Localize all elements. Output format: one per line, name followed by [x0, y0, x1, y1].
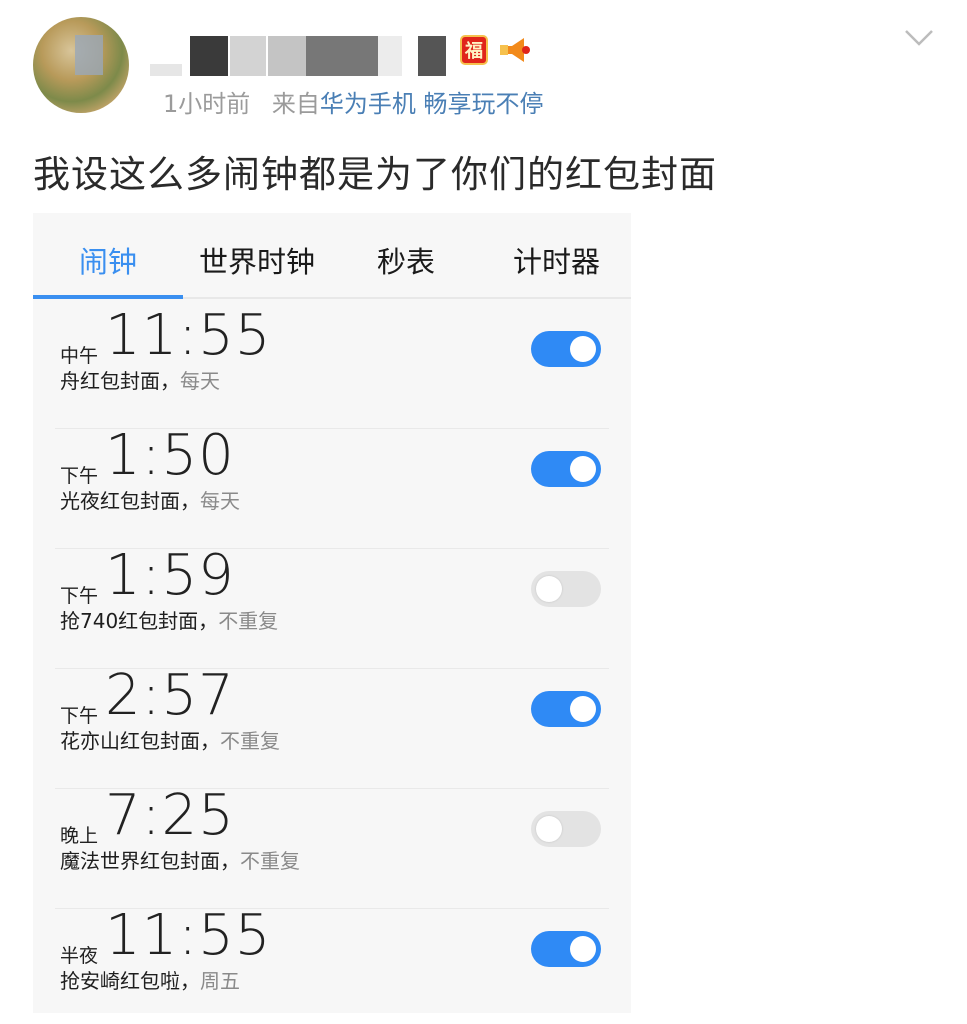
username-pixelated[interactable] [150, 36, 450, 76]
tab-indicator [33, 295, 183, 299]
alarm-period: 半夜 [60, 945, 99, 967]
post-time: 1小时前 [163, 90, 251, 118]
alarm-period: 下午 [60, 705, 99, 727]
alarm-repeat: 不重复 [218, 609, 279, 633]
alarm-label: 花亦山红包封面，不重复 [60, 729, 280, 753]
alarm-label: 抢740红包封面，不重复 [60, 609, 279, 633]
alarm-repeat: 每天 [180, 369, 220, 393]
tab-timer[interactable]: 计时器 [513, 239, 600, 281]
tab-world-clock[interactable]: 世界时钟 [199, 239, 315, 281]
alarm-time: 2:57 [105, 663, 235, 728]
fu-badge-icon: 福 [460, 35, 488, 65]
alarm-period: 晚上 [60, 825, 99, 847]
alarm-item[interactable]: 下午 2:57 花亦山红包封面，不重复 [55, 663, 609, 789]
chevron-down-icon[interactable] [903, 28, 935, 48]
alarm-time: 7:25 [105, 783, 235, 848]
alarm-label: 光夜红包封面，每天 [60, 489, 240, 513]
alarm-period: 下午 [60, 585, 99, 607]
alarm-label: 舟红包封面，每天 [60, 369, 220, 393]
alarm-time: 11:55 [105, 303, 272, 368]
alarm-time: 1:50 [105, 423, 235, 488]
alarm-label: 抢安崎红包啦，周五 [60, 969, 240, 993]
alarm-item[interactable]: 中午 11:55 舟红包封面，每天 [55, 303, 609, 429]
alarm-period: 下午 [60, 465, 99, 487]
alarm-period: 中午 [60, 345, 99, 367]
alarm-toggle[interactable] [531, 571, 601, 607]
alarm-toggle[interactable] [531, 931, 601, 967]
from-prefix: 来自 [271, 90, 320, 118]
alarm-toggle[interactable] [531, 811, 601, 847]
alarm-time: 1:59 [105, 543, 235, 608]
alarm-toggle[interactable] [531, 691, 601, 727]
megaphone-icon [500, 38, 530, 62]
clock-tabs: 闹钟 世界时钟 秒表 计时器 [33, 213, 631, 299]
alarm-repeat: 每天 [200, 489, 240, 513]
alarm-item[interactable]: 下午 1:50 光夜红包封面，每天 [55, 423, 609, 549]
alarm-item[interactable]: 晚上 7:25 魔法世界红包封面，不重复 [55, 783, 609, 909]
alarm-toggle[interactable] [531, 331, 601, 367]
alarm-item[interactable]: 半夜 11:55 抢安崎红包啦，周五 [55, 903, 609, 1024]
alarm-repeat: 不重复 [220, 729, 280, 753]
post-source-link[interactable]: 华为手机 畅享玩不停 [320, 90, 544, 118]
alarm-repeat: 周五 [200, 969, 240, 993]
post-meta: 1小时前 来自华为手机 畅享玩不停 [163, 84, 544, 119]
clock-screenshot: 闹钟 世界时钟 秒表 计时器 中午 11:55 舟红包封面，每天 下午 1:50… [33, 213, 631, 1013]
tab-alarm[interactable]: 闹钟 [79, 239, 137, 281]
alarm-toggle[interactable] [531, 451, 601, 487]
tab-stopwatch[interactable]: 秒表 [377, 239, 435, 281]
post-header: 福 1小时前 来自华为手机 畅享玩不停 [0, 0, 967, 130]
alarm-repeat: 不重复 [240, 849, 300, 873]
post-text: 我设这么多闹钟都是为了你们的红包封面 [33, 153, 717, 196]
alarm-label: 魔法世界红包封面，不重复 [60, 849, 300, 873]
avatar[interactable] [33, 17, 129, 113]
alarm-time: 11:55 [105, 903, 272, 968]
alarm-item[interactable]: 下午 1:59 抢740红包封面，不重复 [55, 543, 609, 669]
